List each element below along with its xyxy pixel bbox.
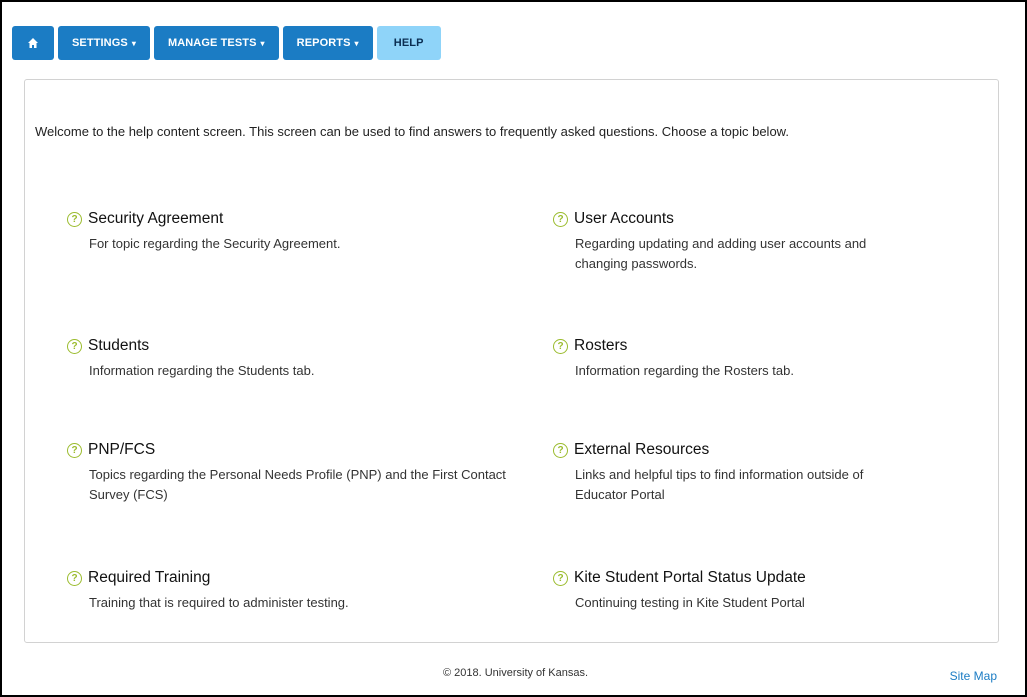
topic-required-training: ? Required Training Training that is req… — [67, 567, 427, 613]
footer-copyright: © 2018. University of Kansas. — [442, 667, 589, 679]
help-icon: ? — [553, 570, 568, 586]
reports-menu[interactable]: REPORTS ▾ — [282, 26, 373, 60]
manage-tests-menu[interactable]: MANAGE TESTS ▾ — [153, 26, 279, 60]
home-button[interactable] — [12, 26, 54, 60]
topic-rosters: ? Rosters Information regarding the Rost… — [553, 335, 913, 381]
help-icon: ? — [553, 211, 568, 227]
manage-tests-label: MANAGE TESTS — [167, 37, 257, 49]
topic-description: Continuing testing in Kite Student Porta… — [575, 595, 805, 610]
help-icon: ? — [553, 338, 568, 354]
topic-header[interactable]: ? User Accounts — [553, 208, 913, 230]
topic-user-accounts: ? User Accounts Regarding updating and a… — [553, 208, 913, 274]
topic-header[interactable]: ? External Resources — [553, 439, 913, 461]
topic-title[interactable]: Kite Student Portal Status Update — [574, 569, 806, 587]
topic-title[interactable]: Security Agreement — [88, 210, 223, 228]
topic-title[interactable]: Students — [88, 337, 149, 355]
chevron-down-icon: ▾ — [260, 38, 265, 48]
topic-students: ? Students Information regarding the Stu… — [67, 335, 427, 381]
topic-header[interactable]: ? Required Training — [67, 567, 427, 589]
topic-description: Topics regarding the Personal Needs Prof… — [89, 467, 506, 502]
topic-title[interactable]: Required Training — [88, 569, 210, 587]
help-icon: ? — [67, 211, 82, 227]
topic-external-resources: ? External Resources Links and helpful t… — [553, 439, 913, 505]
topic-title[interactable]: Rosters — [574, 337, 627, 355]
settings-menu[interactable]: SETTINGS ▾ — [58, 26, 150, 60]
help-icon: ? — [67, 338, 82, 354]
intro-text: Welcome to the help content screen. This… — [35, 124, 789, 139]
topic-description: For topic regarding the Security Agreeme… — [89, 236, 341, 251]
help-icon: ? — [67, 570, 82, 586]
help-label: HELP — [393, 37, 424, 49]
topic-description: Training that is required to administer … — [89, 595, 349, 610]
chevron-down-icon: ▾ — [131, 38, 136, 48]
topic-header[interactable]: ? Students — [67, 335, 427, 357]
topic-title[interactable]: PNP/FCS — [88, 441, 155, 459]
topic-title[interactable]: User Accounts — [574, 210, 674, 228]
topic-header[interactable]: ? PNP/FCS — [67, 439, 427, 461]
help-tab[interactable]: HELP — [376, 26, 441, 60]
help-icon: ? — [67, 442, 82, 458]
chevron-down-icon: ▾ — [354, 38, 359, 48]
help-content-panel: Welcome to the help content screen. This… — [24, 79, 999, 643]
topic-description: Links and helpful tips to find informati… — [575, 467, 864, 502]
topic-pnp-fcs: ? PNP/FCS Topics regarding the Personal … — [67, 439, 506, 505]
settings-label: SETTINGS — [72, 37, 128, 49]
topic-header[interactable]: ? Security Agreement — [67, 208, 427, 230]
topic-header[interactable]: ? Rosters — [553, 335, 913, 357]
topic-description: Regarding updating and adding user accou… — [575, 236, 867, 271]
help-icon: ? — [553, 442, 568, 458]
main-nav: SETTINGS ▾ MANAGE TESTS ▾ REPORTS ▾ HELP — [12, 26, 441, 60]
reports-label: REPORTS — [296, 37, 351, 49]
site-map-link[interactable]: Site Map — [950, 669, 997, 683]
topic-title[interactable]: External Resources — [574, 441, 709, 459]
home-icon — [28, 38, 38, 48]
topic-kite-student-portal: ? Kite Student Portal Status Update Cont… — [553, 567, 913, 613]
topic-description: Information regarding the Rosters tab. — [575, 363, 794, 378]
topic-security-agreement: ? Security Agreement For topic regarding… — [67, 208, 427, 254]
topic-description: Information regarding the Students tab. — [89, 363, 315, 378]
topic-header[interactable]: ? Kite Student Portal Status Update — [553, 567, 913, 589]
